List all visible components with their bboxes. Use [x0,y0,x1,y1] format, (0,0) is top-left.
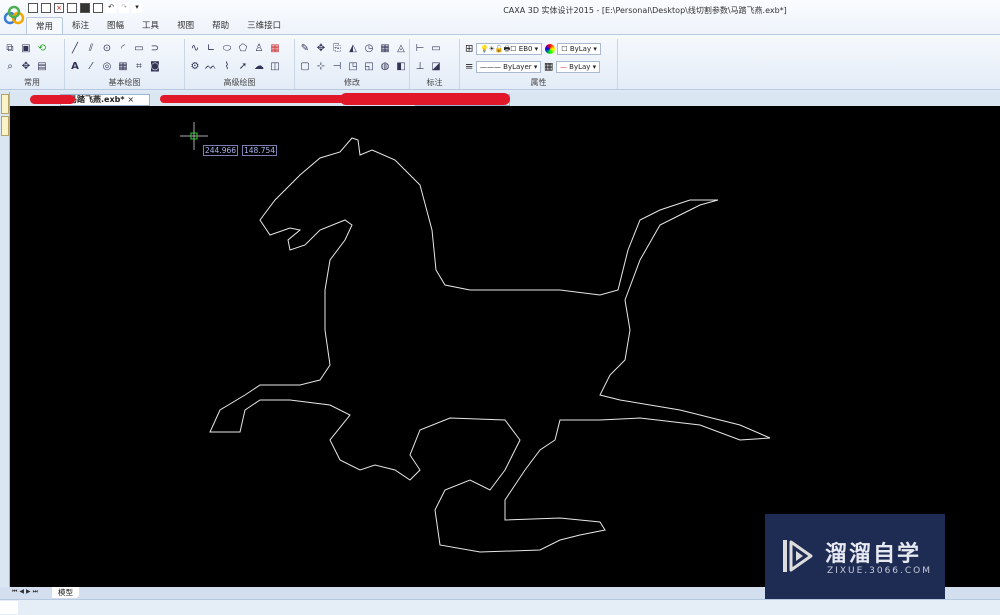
text-icon[interactable]: A [69,61,81,72]
symbol-icon[interactable]: ♙ [253,43,265,54]
block-icon[interactable]: ▦ [117,61,129,72]
close-tab-icon[interactable]: × [127,95,134,104]
redaction-mark [30,95,75,104]
wave-icon[interactable]: ᨓ [205,61,217,72]
group-label: 标注 [426,78,443,87]
table-icon[interactable]: ▦ [269,43,281,54]
tab-3d-interface[interactable]: 三维接口 [238,17,290,34]
group-label: 基本绘图 [108,78,141,87]
copy-move-icon[interactable]: ⎘ [331,43,343,54]
coordinate-dim-icon[interactable]: ⊥ [414,61,426,72]
erase-icon[interactable]: ✎ [299,43,311,54]
explode-icon[interactable]: ◍ [379,61,391,72]
group-dimension: ⊢ ▭ ⊥ ◪ 标注 [410,39,460,89]
watermark-brand: 溜溜自学 [825,542,922,567]
edit-dim-icon[interactable]: ◪ [430,61,442,72]
fillet-icon[interactable]: ◳ [347,61,359,72]
polyline-icon[interactable]: ⊃ [149,43,161,54]
group-advanced-draw: ∿ ∟ ⬭ ⬠ ♙ ▦ ⚙ ᨓ ⌇ ➚ ☁ ◫ 高级绘图 [185,39,295,89]
move-icon[interactable]: ✥ [315,43,327,54]
group-common: ⧉ ▣ ⟲ ⌕ ✥ ▤ 常用 [0,39,65,89]
status-bar [0,599,1000,615]
hatch-icon[interactable]: ◎ [101,61,113,72]
tab-annotate[interactable]: 标注 [63,17,98,34]
mirror-icon[interactable]: ◭ [347,43,359,54]
zigzag-icon[interactable]: ⌇ [221,61,233,72]
tab-common[interactable]: 常用 [26,17,64,34]
watermark-logo: 溜溜自学 ZIXUE.3066.COM [765,514,945,599]
cursor-x-readout: 244.966 [203,145,239,156]
group-label: 属性 [530,78,547,87]
tab-view[interactable]: 视图 [168,17,203,34]
side-panel-tab[interactable] [1,94,9,114]
group-modify: ✎ ✥ ⎘ ◭ ◷ ▦ ◬ ▢ ⊹ ⊣ ◳ ◱ ◍ ◧ 修改 [295,39,410,89]
command-input[interactable] [0,601,18,614]
layer-icon[interactable]: ▤ [36,61,48,72]
cursor-coordinates: 244.966 148.754 [203,145,278,156]
color-wheel-icon[interactable] [544,44,555,54]
arc-icon[interactable]: ◜ [117,43,129,54]
refresh-icon[interactable]: ⟲ [36,43,48,54]
spline-icon[interactable]: ∿ [189,43,201,54]
paste-icon[interactable]: ▣ [20,43,32,54]
centerline-icon[interactable]: ⁄ [85,61,97,72]
frame-icon[interactable]: ⌗ [133,61,145,72]
arrow-icon[interactable]: ➚ [237,61,249,72]
break-icon[interactable]: ⊣ [331,61,343,72]
parallel-line-icon[interactable]: ⫽ [85,43,97,54]
color-combo[interactable]: ☐ ByLay ▾ [557,43,601,55]
rotate-icon[interactable]: ◷ [363,43,375,54]
play-logo-icon [783,540,813,572]
line-weight-icon[interactable]: ≡ [465,62,473,73]
array-icon[interactable]: ▦ [379,43,391,54]
angle-icon[interactable]: ∟ [205,43,217,54]
rectangle-icon[interactable]: ▭ [133,43,145,54]
hole-icon[interactable]: ◫ [269,61,281,72]
pan-icon[interactable]: ✥ [20,61,32,72]
linetype-scale-icon[interactable]: ▦ [544,62,553,73]
image-icon[interactable]: ◙ [149,61,161,72]
scale-icon[interactable]: ◬ [395,43,407,54]
ellipse-icon[interactable]: ⬭ [221,43,233,54]
line-icon[interactable]: ╱ [69,43,81,54]
side-panel-tab[interactable] [1,116,9,136]
layout-nav-buttons[interactable]: ⏮◀▶⏭ [12,588,40,596]
polygon-icon[interactable]: ⬠ [237,43,249,54]
linetype-combo[interactable]: ——— ByLayer ▾ [475,61,542,73]
extend-icon[interactable]: ⊹ [315,61,327,72]
title-bar: × ↶ ↷ ▾ CAXA 3D 实体设计2015 - [E:\Personal\… [0,0,1000,34]
copy-icon[interactable]: ⧉ [4,43,16,54]
chamfer-icon[interactable]: ◱ [363,61,375,72]
circle-icon[interactable]: ⊙ [101,43,113,54]
layer-manager-icon[interactable]: ⊞ [465,44,473,55]
text-dim-icon[interactable]: ▭ [430,43,442,54]
cursor-y-readout: 148.754 [242,145,278,156]
group-properties: ⊞ 💡☀🔓🖶☐ EB0 ▾ ☐ ByLay ▾ ≡ ——— ByLayer ▾ … [460,39,618,89]
dimension-icon[interactable]: ⊢ [414,43,426,54]
zoom-icon[interactable]: ⌕ [4,61,16,72]
trim-icon[interactable]: ▢ [299,61,311,72]
tab-tools[interactable]: 工具 [133,17,168,34]
tab-help[interactable]: 帮助 [203,17,238,34]
model-tab[interactable]: 模型 [52,587,79,598]
layer-combo[interactable]: 💡☀🔓🖶☐ EB0 ▾ [475,43,543,55]
cloud-icon[interactable]: ☁ [253,61,265,72]
redaction-mark [340,93,510,105]
stretch-icon[interactable]: ◧ [395,61,407,72]
group-label: 高级绘图 [223,78,256,87]
left-tool-panel [0,92,10,587]
tab-sheet[interactable]: 图幅 [98,17,133,34]
group-label: 修改 [344,78,360,87]
document-tabs: 马踏飞燕.exb* × 4mm mdc [10,92,1000,106]
gear-icon[interactable]: ⚙ [189,61,201,72]
group-basic-draw: ╱ ⫽ ⊙ ◜ ▭ ⊃ A ⁄ ◎ ▦ ⌗ ◙ 基本绘图 [65,39,185,89]
window-title: CAXA 3D 实体设计2015 - [E:\Personal\Desktop\… [503,6,787,15]
watermark-url: ZIXUE.3066.COM [827,566,933,576]
linewidth-combo[interactable]: — ByLay ▾ [555,61,601,73]
menu-tabs: 常用 标注 图幅 工具 视图 帮助 三维接口 [26,17,290,34]
ribbon: ⧉ ▣ ⟲ ⌕ ✥ ▤ 常用 ╱ ⫽ ⊙ ◜ ▭ ⊃ A ⁄ ◎ ▦ ⌗ ◙ 基本绘图 ∿ ∟ ⬭ ⬠ ♙ ▦ ⚙ ᨓ ⌇… [0,34,1000,90]
horse-outline [209,137,771,553]
group-label: 常用 [24,78,40,87]
